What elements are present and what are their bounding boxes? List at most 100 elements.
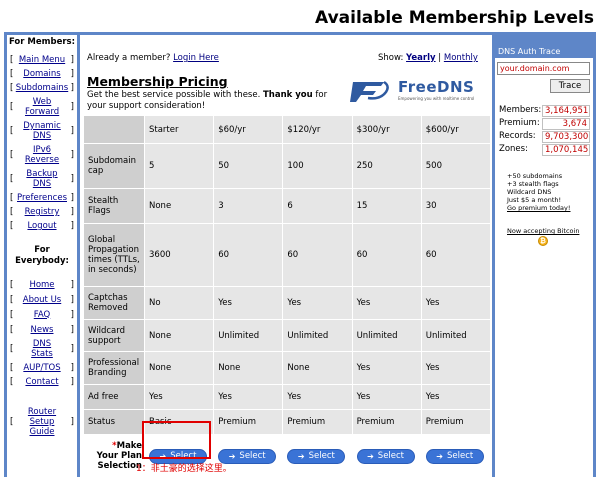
sidebar-item-domains[interactable]: [Domains]: [7, 67, 77, 81]
table-cell: Yes: [283, 287, 352, 319]
table-cell: None: [145, 189, 214, 223]
table-cell: Yes: [421, 287, 490, 319]
go-premium-link[interactable]: Go premium today!: [507, 204, 570, 212]
arrow-right-icon: ➔: [297, 451, 305, 461]
select-600yr-button[interactable]: ➔ Select: [425, 448, 484, 464]
select-300yr-button[interactable]: ➔ Select: [356, 448, 415, 464]
table-row: Ad free Yes Yes Yes Yes Yes: [84, 385, 490, 409]
bitcoin-link[interactable]: Now accepting Bitcoin: [507, 227, 579, 235]
table-cell: 30: [421, 189, 490, 223]
table-header-row: Starter $60/yr $120/yr $300/yr $600/yr: [84, 116, 490, 143]
show-label: Show:: [378, 53, 404, 63]
table-corner: [84, 116, 144, 143]
sidebar-item-dynamic-dns[interactable]: [Dynamic DNS]: [7, 119, 77, 143]
sidebar-item-contact[interactable]: [Contact]: [7, 375, 77, 389]
row-label: Wildcard support: [84, 320, 144, 351]
table-cell: 60: [214, 224, 283, 286]
title-bar: Available Membership Levels: [0, 0, 600, 32]
selection-label: *Make Your Plan Selection: [84, 435, 144, 477]
row-label: Captchas Removed: [84, 287, 144, 319]
table-row: Professional Branding None None None Yes…: [84, 352, 490, 384]
column-header: $600/yr: [421, 116, 490, 143]
login-link[interactable]: Login Here: [173, 53, 219, 63]
table-cell: Premium: [214, 410, 283, 434]
stat-row: Premium: 3,674: [499, 118, 593, 130]
sidebar-item-faq[interactable]: [FAQ]: [7, 307, 77, 322]
sidebar-item-subdomains[interactable]: [Subdomains]: [7, 81, 77, 95]
row-label: Ad free: [84, 385, 144, 409]
arrow-right-icon: ➔: [228, 451, 236, 461]
pricing-subtitle: Get the best service possible with these…: [87, 90, 328, 111]
sidebar-item-dns-stats[interactable]: [DNS Stats]: [7, 337, 77, 361]
table-cell: None: [145, 352, 214, 384]
stat-row: Records: 9,703,300: [499, 131, 590, 143]
table-cell: Yes: [283, 385, 352, 409]
table-cell: Yes: [421, 352, 490, 384]
select-120yr-button[interactable]: ➔ Select: [287, 448, 346, 464]
table-row: Subdomain cap 5 50 100 250 500: [84, 144, 490, 188]
stat-row: Zones: 1,070,145: [499, 144, 590, 156]
trace-button[interactable]: Trace: [550, 79, 590, 93]
sidebar-item-logout[interactable]: [Logout]: [7, 219, 77, 233]
sidebar-item-router-setup[interactable]: [Router Setup Guide]: [7, 405, 77, 439]
select-cell: ➔ Select: [421, 435, 490, 477]
logo-tagline: Empowering you with realtime control: [398, 96, 475, 101]
table-cell: 5: [145, 144, 214, 188]
table-cell: 15: [352, 189, 421, 223]
table-cell: 6: [283, 189, 352, 223]
sidebar-item-news[interactable]: [News]: [7, 322, 77, 337]
sidebar-item-main-menu[interactable]: [Main Menu]: [7, 53, 77, 67]
member-login-line: Already a member? Login Here: [87, 53, 219, 63]
members-heading: For Members:: [8, 37, 76, 47]
table-cell: Yes: [421, 385, 490, 409]
table-cell: 60: [283, 224, 352, 286]
select-cell: ➔ Select: [283, 435, 352, 477]
sidebar-item-home[interactable]: [Home]: [7, 277, 77, 292]
table-cell: 60: [352, 224, 421, 286]
select-cell: ➔ Select: [352, 435, 421, 477]
sidebar-item-backup-dns[interactable]: [Backup DNS]: [7, 167, 77, 191]
logo-wordmark: FreeDNS: [398, 78, 475, 96]
column-header: $60/yr: [214, 116, 283, 143]
pricing-title: Membership Pricing: [87, 74, 228, 89]
show-monthly-link[interactable]: Monthly: [444, 53, 478, 63]
table-cell: 100: [283, 144, 352, 188]
table-cell: Unlimited: [214, 320, 283, 351]
table-cell: 3: [214, 189, 283, 223]
table-row: Global Propagation times (TTLs, in secon…: [84, 224, 490, 286]
row-label: Stealth Flags: [84, 189, 144, 223]
table-cell: None: [214, 352, 283, 384]
column-header: Starter: [145, 116, 214, 143]
row-label: Subdomain cap: [84, 144, 144, 188]
promo-line: +3 stealth flags: [507, 180, 559, 188]
sidebar-item-web-forward[interactable]: [Web Forward]: [7, 95, 77, 119]
table-cell: Unlimited: [283, 320, 352, 351]
column-header: $120/yr: [283, 116, 352, 143]
arrow-right-icon: ➔: [367, 451, 374, 461]
table-cell: Yes: [145, 385, 214, 409]
stat-row: Members: 3,164,951: [499, 105, 590, 117]
auth-trace-input[interactable]: [497, 62, 590, 75]
table-row: Captchas Removed No Yes Yes Yes Yes: [84, 287, 490, 319]
promo-line: Just $5 a month!: [507, 196, 562, 204]
promo-line: +50 subdomains: [507, 172, 563, 180]
sidebar-item-registry[interactable]: [Registry]: [7, 205, 77, 219]
table-cell: None: [283, 352, 352, 384]
table-cell: Premium: [283, 410, 352, 434]
table-cell: Yes: [352, 352, 421, 384]
promo-line-wildcard: Wildcard DNS: [507, 188, 552, 196]
sidebar-item-preferences[interactable]: [Preferences]: [7, 191, 77, 205]
column-header: $300/yr: [352, 116, 421, 143]
show-yearly-link[interactable]: Yearly: [406, 53, 436, 63]
already-member-text: Already a member?: [87, 53, 171, 63]
sidebar-item-about-us[interactable]: [About Us]: [7, 292, 77, 307]
sidebar-item-aup-tos[interactable]: [AUP/TOS]: [7, 361, 77, 375]
table-cell: None: [145, 320, 214, 351]
annotation-text: 1：非土豪的选择这里。: [136, 464, 232, 474]
table-cell: 3600: [145, 224, 214, 286]
table-row: Stealth Flags None 3 6 15 30: [84, 189, 490, 223]
table-cell: Yes: [214, 287, 283, 319]
sidebar-item-ipv6-reverse[interactable]: [IPv6 Reverse]: [7, 143, 77, 167]
row-label: Professional Branding: [84, 352, 144, 384]
freedns-logo-icon: [350, 80, 389, 102]
